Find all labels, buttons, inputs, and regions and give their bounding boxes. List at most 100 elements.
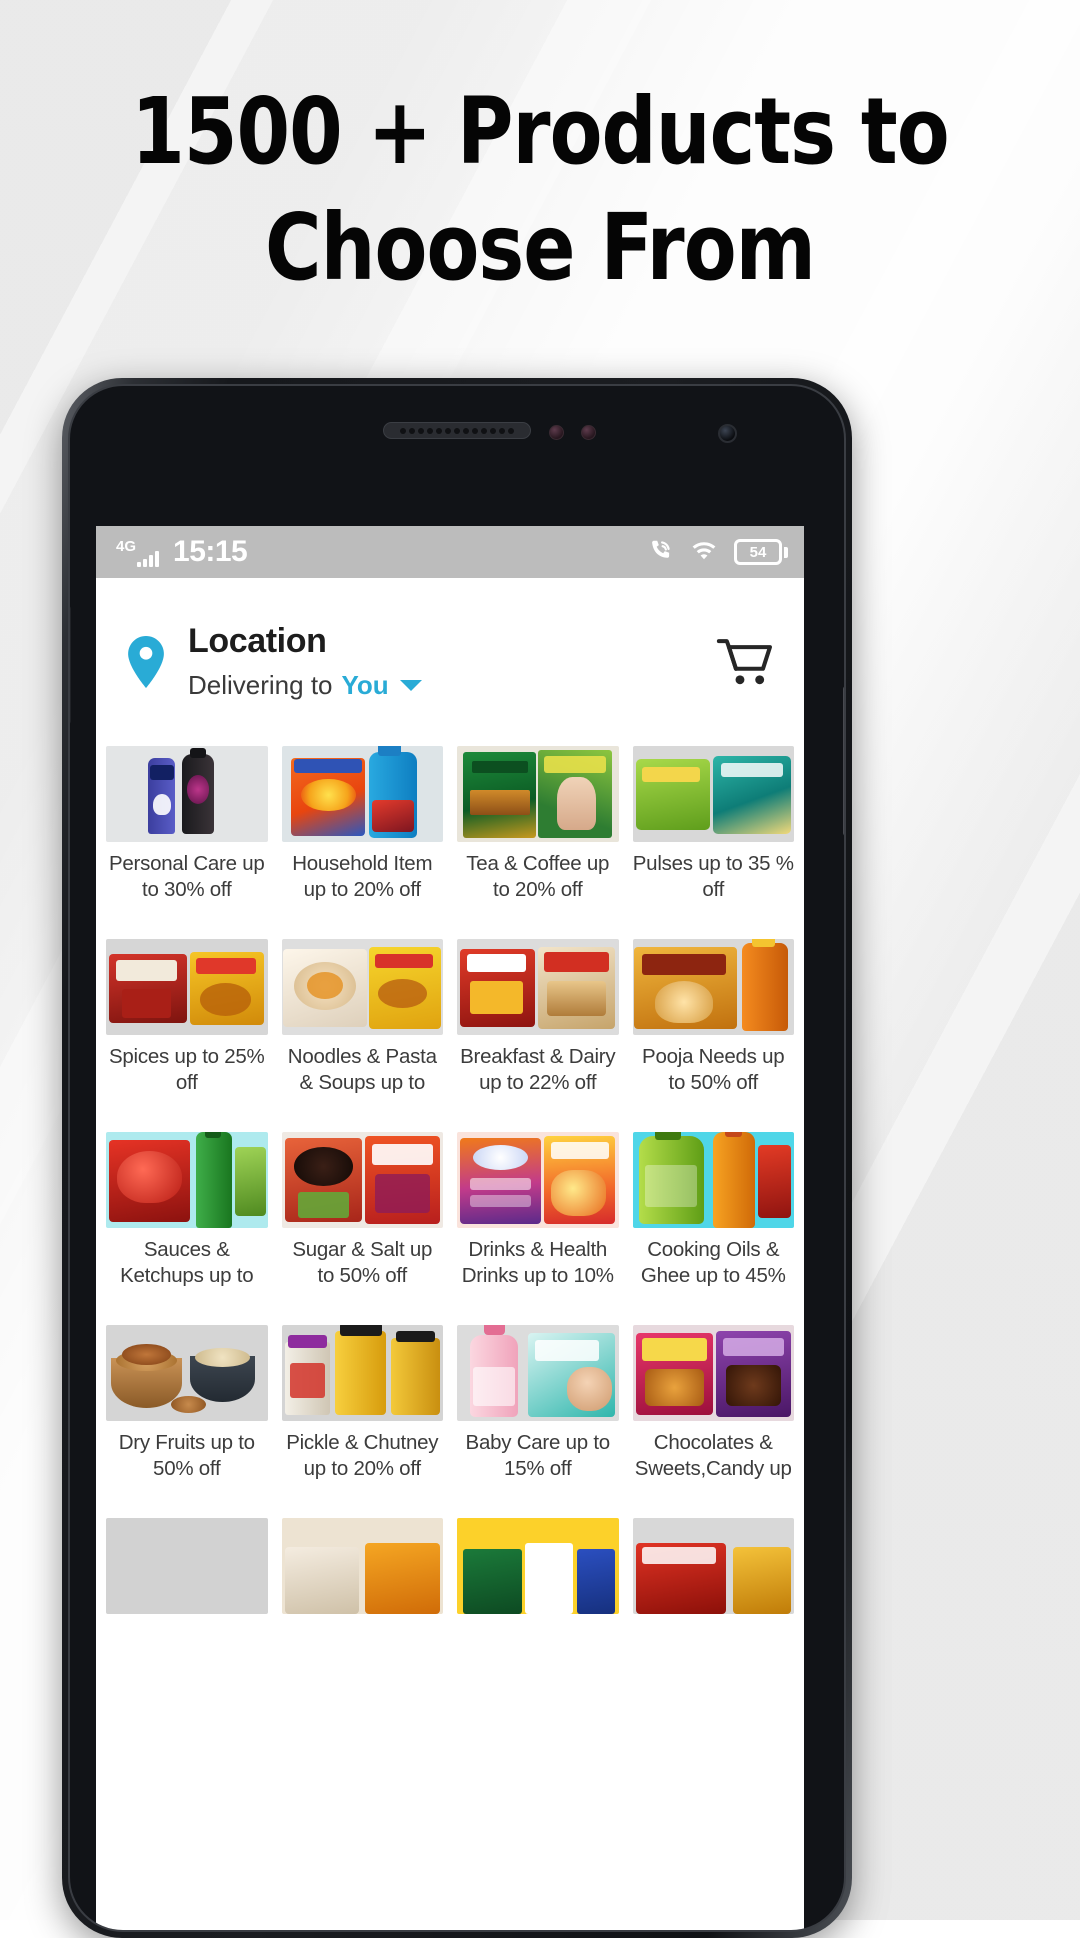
product-image (106, 746, 268, 842)
product-image (633, 1518, 795, 1614)
chevron-down-icon[interactable] (399, 680, 422, 692)
category-tile[interactable]: Pulses up to 35 % off (632, 746, 795, 917)
product-image (106, 939, 268, 1035)
network-indicator: 4G (116, 537, 160, 567)
category-label: Sauces & Ketchups up to (120, 1238, 254, 1288)
category-tile[interactable]: Noodles & Pasta & Soups up to 15% (281, 939, 444, 1110)
category-thumbnail[interactable] (457, 939, 619, 1035)
product-image (282, 1518, 444, 1614)
category-thumbnail[interactable] (106, 1518, 268, 1614)
product-image (457, 1518, 619, 1614)
product-image (457, 1325, 619, 1421)
category-thumbnail[interactable] (632, 1325, 795, 1421)
phone-screen: 4G 15:15 54 Location Delivering to You P… (96, 526, 804, 1930)
shopping-cart-icon (716, 639, 772, 685)
category-label (633, 1623, 795, 1675)
category-grid: Personal Care up to 30% off Household Ite… (96, 746, 804, 1689)
location-pin-icon (124, 636, 168, 688)
category-tile[interactable]: Personal Care up to 30% off (106, 746, 268, 917)
product-image (282, 939, 444, 1035)
category-thumbnail[interactable] (457, 1518, 619, 1614)
category-tile[interactable]: Pickle & Chutney up to 20% off (281, 1325, 444, 1496)
category-thumbnail[interactable] (106, 1325, 268, 1421)
category-tile[interactable]: Dry Fruits up to 50% off (106, 1325, 268, 1496)
delivering-to-row[interactable]: Delivering to You (188, 670, 712, 701)
product-image (633, 746, 795, 842)
product-image (633, 1325, 795, 1421)
category-thumbnail[interactable] (632, 746, 795, 842)
vowifi-call-icon (648, 537, 674, 568)
category-thumbnail[interactable] (632, 1132, 794, 1228)
product-image (633, 939, 795, 1035)
category-thumbnail[interactable] (281, 1518, 444, 1614)
category-tile[interactable]: Household Item up to 20% off (281, 746, 443, 917)
category-label: Spices up to 25% off (108, 1045, 265, 1095)
light-sensor-icon (581, 425, 596, 440)
category-tile[interactable] (106, 1518, 268, 1689)
category-label: Chocolates & Sweets,Candy up (634, 1431, 792, 1481)
category-label: Personal Care up to 30% off (108, 852, 265, 902)
category-tile[interactable] (632, 1518, 795, 1689)
category-tile[interactable]: Tea & Coffee up to 20% off (457, 746, 619, 917)
shopping-cart-button[interactable] (712, 636, 774, 688)
category-tile[interactable] (281, 1518, 444, 1689)
category-label: Dry Fruits up to 50% off (118, 1431, 255, 1481)
battery-level-label: 54 (734, 539, 782, 565)
category-label (282, 1623, 444, 1675)
battery-tip (784, 546, 788, 558)
phone-body: 4G 15:15 54 Location Delivering to You P… (68, 384, 846, 1932)
category-thumbnail[interactable] (106, 1132, 268, 1228)
category-label: Breakfast & Dairy up to 22% off (460, 1045, 616, 1095)
category-tile[interactable]: Cooking Oils & Ghee up to 45% (632, 1132, 794, 1303)
category-tile[interactable] (457, 1518, 619, 1689)
category-thumbnail[interactable] (281, 939, 444, 1035)
wifi-icon (690, 538, 718, 567)
category-label: Tea & Coffee up to 20% off (466, 852, 610, 902)
category-label (457, 1623, 619, 1675)
category-label (106, 1623, 268, 1675)
category-thumbnail[interactable] (457, 1325, 619, 1421)
category-thumbnail[interactable] (281, 746, 443, 842)
category-label: Household Item up to 20% off (292, 852, 433, 902)
location-header: Location Delivering to You (96, 578, 804, 746)
category-tile[interactable]: Sugar & Salt up to 50% off (281, 1132, 443, 1303)
status-bar-left: 4G 15:15 (116, 537, 248, 567)
category-label: Baby Care up to 15% off (465, 1431, 611, 1481)
category-tile[interactable]: Breakfast & Dairy up to 22% off (457, 939, 619, 1110)
category-thumbnail[interactable] (632, 1518, 795, 1614)
category-label: Noodles & Pasta & Soups up to 15% (287, 1045, 437, 1095)
network-type-label: 4G (116, 538, 137, 555)
category-tile[interactable]: Pooja Needs up to 50% off (632, 939, 795, 1110)
category-thumbnail[interactable] (457, 746, 619, 842)
category-tile[interactable]: Sauces & Ketchups up to (106, 1132, 268, 1303)
product-image (457, 939, 619, 1035)
category-label: Drinks & Health Drinks up to 10% (461, 1238, 614, 1288)
product-image (106, 1518, 268, 1614)
location-text-block[interactable]: Location Delivering to You (188, 621, 712, 701)
category-thumbnail[interactable] (106, 939, 268, 1035)
promo-headline: 1500 + Products to Choose From (38, 86, 1042, 294)
category-thumbnail[interactable] (281, 1132, 443, 1228)
category-thumbnail[interactable] (106, 746, 268, 842)
signal-bars-icon (137, 549, 160, 567)
category-thumbnail[interactable] (457, 1132, 619, 1228)
category-tile[interactable]: Spices up to 25% off (106, 939, 268, 1110)
phone-mockup: 4G 15:15 54 Location Delivering to You P… (62, 378, 852, 1938)
location-title: Location (188, 621, 327, 660)
grid-row-spacer (106, 1496, 794, 1518)
category-label: Cooking Oils & Ghee up to 45% (640, 1238, 786, 1288)
category-tile[interactable]: Chocolates & Sweets,Candy up (632, 1325, 795, 1496)
front-camera-icon (718, 424, 737, 443)
category-thumbnail[interactable] (632, 939, 795, 1035)
status-bar: 4G 15:15 54 (96, 526, 804, 578)
product-image (282, 1325, 444, 1421)
delivering-target-label: You (341, 670, 389, 701)
product-image (457, 1132, 619, 1228)
category-thumbnail[interactable] (281, 1325, 444, 1421)
headline-line-2: Choose From (265, 194, 816, 301)
category-tile[interactable]: Drinks & Health Drinks up to 10% (457, 1132, 619, 1303)
earpiece-speaker (383, 422, 531, 439)
category-label: Pickle & Chutney up to 20% off (286, 1431, 439, 1481)
product-image (457, 746, 619, 842)
category-tile[interactable]: Baby Care up to 15% off (457, 1325, 619, 1496)
